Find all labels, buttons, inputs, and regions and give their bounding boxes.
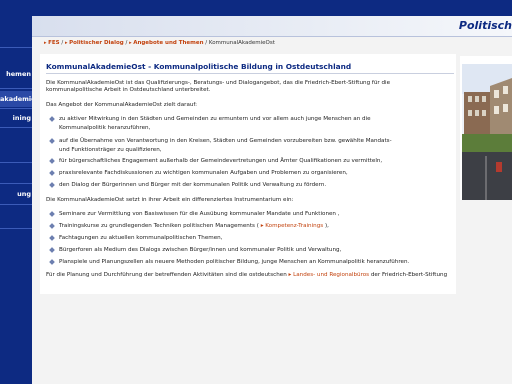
link-arrow-icon: ▸ (260, 223, 264, 229)
sidebar-divider (0, 127, 32, 128)
sidebar-item[interactable] (0, 210, 32, 226)
sidebar-item-training[interactable]: ining (0, 110, 32, 126)
breadcrumb: ▸ FES / ▸ Politischer Dialog / ▸ Angebot… (44, 40, 275, 49)
sidebar-divider (0, 183, 32, 184)
breadcrumb-separator: / (205, 40, 208, 46)
sidebar-divider (0, 228, 32, 229)
sidebar-divider (0, 162, 32, 163)
aims-intro: Das Angebot der KommunalAkademieOst ziel… (46, 102, 198, 108)
list-item-text: zu aktiver Mitwirkung in den Städten und… (59, 116, 371, 122)
sidebar-item[interactable] (0, 30, 32, 46)
link-arrow-icon: ▸ (288, 272, 292, 278)
list-item-text: auf die Übernahme von Verantwortung in d… (59, 138, 392, 144)
main-area: Politisch ▸ FES / ▸ Politischer Dialog /… (32, 0, 512, 384)
list-item-text: Trainingskurse zu grundlegenden Technike… (59, 223, 329, 230)
breadcrumb-link-fes[interactable]: FES (48, 40, 59, 46)
sidebar-item-ung[interactable]: ung (0, 186, 32, 202)
sidebar-item-themen[interactable]: hemen (0, 66, 32, 82)
breadcrumb-separator: / (61, 40, 64, 46)
header-banner: Politisch (32, 16, 512, 37)
breadcrumb-link-angebote[interactable]: Angebote und Themen (133, 40, 203, 46)
closing-text-post: der Friedrich-Ebert-Stiftung (370, 272, 448, 278)
photo-image (460, 56, 512, 200)
sidebar-divider (0, 204, 32, 205)
top-bar (32, 0, 512, 16)
instruments-intro: Die KommunalAkademieOst setzt in ihrer A… (46, 197, 294, 203)
sidebar-item[interactable] (0, 165, 32, 181)
list-item-text: den Dialog der Bürgerinnen und Bürger mi… (59, 182, 327, 188)
sidebar-item-akademie[interactable]: akademie (0, 91, 32, 107)
list-item-text: Kommunalpolitik heranzuführen, (59, 125, 151, 131)
page-title: KommunalAkademieOst - Kommunalpolitische… (46, 62, 352, 71)
town-street-photo (460, 56, 512, 200)
list-item-text-pre: Trainingskurse zu grundlegenden Technike… (59, 223, 259, 229)
list-item-text: Bürgerforen als Medium des Dialogs zwisc… (59, 247, 342, 253)
sidebar-divider (0, 108, 32, 109)
intro-text-line: Die KommunalAkademieOst ist das Qualifiz… (46, 80, 391, 86)
closing-text: Für die Planung und Durchführung der bet… (46, 272, 447, 279)
list-item-text: Planspiele und Planungszellen als neuere… (59, 259, 410, 265)
regional-offices-link[interactable]: Landes- und Regionalbüros (293, 272, 369, 278)
banner-title: Politisch (458, 19, 512, 32)
breadcrumb-link-dialog[interactable]: Politischer Dialog (69, 40, 124, 46)
breadcrumb-separator: / (125, 40, 128, 46)
list-item-text: Seminare zur Vermittlung von Basiswissen… (59, 211, 340, 217)
breadcrumb-current: KommunalAkademieOst (208, 40, 275, 46)
title-divider (46, 73, 454, 74)
list-item-text: Fachtagungen zu aktuellen kommunalpoliti… (59, 235, 223, 241)
sidebar-item[interactable] (0, 143, 32, 159)
list-item-text: für bürgerschaftliches Engagement außerh… (59, 158, 383, 164)
list-item-text: praxisrelevante Fachdiskussionen zu wich… (59, 170, 348, 176)
list-item-text: und Funktionsträger zu qualifizieren, (59, 147, 162, 153)
closing-text-pre: Für die Planung und Durchführung der bet… (46, 272, 287, 278)
sidebar-nav: hemen akademie ining ung (0, 0, 32, 384)
sidebar-divider (0, 47, 32, 48)
list-item-text-post: ), (324, 223, 329, 229)
intro-text-line: kommunalpolitische Arbeit in Ostdeutschl… (46, 87, 211, 93)
kompetenz-trainings-link[interactable]: Kompetenz-Trainings (265, 223, 323, 229)
sidebar-divider (0, 88, 32, 89)
